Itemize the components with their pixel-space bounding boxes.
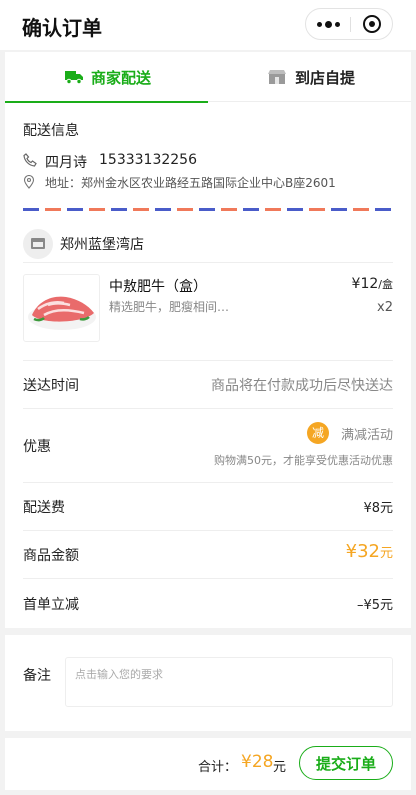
shop-icon (23, 229, 53, 259)
goods-amount-row: 商品金额 ¥32元 (23, 530, 393, 578)
envelope-stripe-divider (23, 208, 393, 211)
truck-icon (65, 71, 83, 84)
page-title: 确认订单 (22, 16, 102, 40)
tab-merchant-delivery[interactable]: 商家配送 (5, 52, 208, 103)
tab-store-pickup[interactable]: 到店自提 (208, 52, 411, 102)
divider (23, 262, 393, 263)
shop-name: 郑州蓝堡湾店 (60, 237, 144, 253)
mini-program-capsule (305, 8, 393, 40)
row-label: 配送费 (23, 500, 65, 516)
discount-note: 购物满50元，才能享受优惠活动优惠 (214, 454, 393, 467)
discount-promo: 满减活动 (340, 428, 393, 443)
submit-order-button[interactable]: 提交订单 (299, 746, 393, 780)
row-label: 首单立减 (23, 597, 79, 613)
row-label: 送达时间 (23, 378, 79, 394)
delivery-fee-value: ¥8元 (363, 501, 393, 516)
goods-amount-value: ¥32元 (345, 541, 393, 562)
total-label: 合计： (198, 760, 238, 775)
location-pin-icon (23, 175, 35, 189)
remark-card: 备注 点击输入您的要求 (5, 635, 411, 731)
first-order-discount-value: –¥5元 (356, 598, 393, 613)
nav-bar: 确认订单 (0, 0, 416, 50)
delivery-time-row: 送达时间 商品将在付款成功后尽快送达 (23, 360, 393, 408)
shop-header: 郑州蓝堡湾店 (23, 229, 393, 259)
delivery-tabs: 商家配送 到店自提 (5, 52, 411, 103)
delivery-fee-row: 配送费 ¥8元 (23, 482, 393, 530)
tab-label: 到店自提 (295, 69, 356, 87)
discount-badge-icon: 减 (307, 422, 329, 444)
close-mini-program-icon[interactable] (350, 9, 394, 39)
product-quantity: x2 (377, 300, 393, 315)
first-order-discount-row: 首单立减 –¥5元 (23, 578, 393, 628)
more-menu-icon[interactable] (306, 9, 350, 39)
product-item[interactable]: 中敖肥牛（盒） 精选肥牛，肥瘦相间… ¥12/盒 x2 (23, 274, 393, 346)
row-label: 商品金额 (23, 548, 79, 564)
remark-label: 备注 (23, 668, 51, 684)
total-unit: 元 (273, 760, 287, 775)
active-tab-indicator (5, 101, 208, 103)
remark-input[interactable]: 点击输入您的要求 (65, 657, 393, 707)
discount-row[interactable]: 优惠 减 满减活动 购物满50元，才能享受优惠活动优惠 (23, 408, 393, 482)
contact-name: 四月诗 (45, 155, 87, 171)
checkout-bar: 合计： ¥28 元 提交订单 (5, 738, 411, 790)
order-confirm-page: 确认订单 商家配送 到店自提 配送信息 四月诗 15333132256 地址：郑… (0, 0, 416, 795)
phone-icon (23, 153, 37, 167)
address-text: 地址：郑州金水区农业路经五路国际企业中心B座2601 (45, 176, 336, 190)
store-icon (268, 70, 286, 84)
row-label: 优惠 (23, 439, 51, 455)
delivery-time-value: 商品将在付款成功后尽快送达 (211, 378, 393, 394)
product-name: 中敖肥牛（盒） (109, 279, 207, 295)
contact-phone: 15333132256 (99, 152, 197, 168)
product-image (23, 274, 100, 342)
product-description: 精选肥牛，肥瘦相间… (109, 300, 230, 314)
delivery-info-title: 配送信息 (23, 123, 79, 139)
product-price: ¥12/盒 (351, 276, 393, 292)
order-card: 商家配送 到店自提 配送信息 四月诗 15333132256 地址：郑州金水区农… (5, 52, 411, 628)
tab-label: 商家配送 (91, 69, 152, 87)
total-amount: ¥28 (241, 752, 274, 772)
